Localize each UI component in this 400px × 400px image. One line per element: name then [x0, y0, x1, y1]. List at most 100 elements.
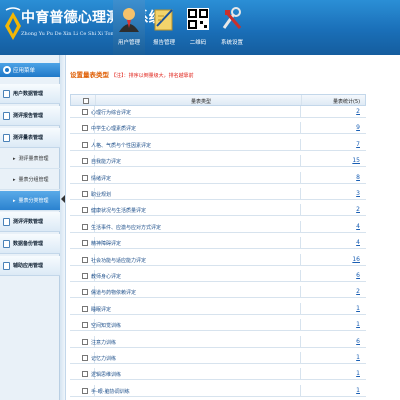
scale-count-link[interactable]: 1	[350, 305, 360, 312]
scale-count-link[interactable]: 8	[350, 174, 360, 181]
scale-count-link[interactable]: 1	[350, 370, 360, 377]
collapse-arrow-icon[interactable]	[61, 195, 65, 203]
top-nav: 用户管理 报告管理 二维码 系统设置	[113, 0, 249, 55]
page-note: 【注】：排序以倒量级大，排名越靠前	[111, 73, 194, 79]
scale-type-name: 空间知觉训练	[91, 323, 122, 330]
scale-type-name: 心理行为综合评定	[91, 110, 132, 116]
table-row: 教师身心评定 6	[70, 270, 366, 282]
select-all-checkbox[interactable]	[83, 98, 89, 104]
scale-count-link[interactable]: 2	[350, 288, 360, 295]
scale-type-name: 社会功能与适应能力评定	[91, 257, 147, 264]
row-checkbox[interactable]	[82, 387, 88, 394]
scale-type-name: 情绪评定	[91, 175, 112, 182]
table-row: 社会功能与适应能力评定 16	[70, 253, 366, 266]
table-row: 情绪评定 8	[70, 171, 366, 184]
sidebar-item-score[interactable]: 测评评数管理	[0, 212, 60, 232]
row-checkbox[interactable]	[82, 174, 88, 181]
row-checkbox[interactable]	[82, 109, 88, 115]
scale-count-link[interactable]: 15	[350, 157, 360, 164]
sidebar-item-user-data[interactable]: 用户数据管理	[0, 84, 60, 104]
nav-label: 用户管理	[117, 40, 140, 46]
user-manage-icon	[119, 8, 139, 32]
row-checkbox[interactable]	[82, 240, 88, 247]
sidebar-subitem-scale-group[interactable]: ▸ 量表分组管理	[0, 170, 60, 190]
table-header: 量表类型 量表统计(5)	[70, 94, 366, 106]
nav-system-settings[interactable]: 系统设置	[215, 0, 249, 55]
scale-count-link[interactable]: 7	[350, 141, 360, 148]
scale-count-link[interactable]: 1	[350, 387, 360, 394]
table-row: 手-眼-脑协调训练 1	[70, 384, 366, 397]
column-header-count: 量表统计(5)	[333, 99, 361, 105]
nav-qrcode[interactable]: 二维码	[181, 0, 215, 55]
row-checkbox[interactable]	[82, 289, 88, 296]
table-row: 自我能力评定 15	[70, 155, 366, 168]
scale-type-name: 职业规划	[91, 192, 112, 198]
scale-type-name: 精神障碍评定	[91, 241, 122, 248]
row-checkbox[interactable]	[82, 371, 88, 378]
nav-label: 系统设置	[220, 40, 243, 46]
document-icon	[3, 261, 10, 270]
scale-count-link[interactable]: 1	[350, 354, 360, 361]
sidebar-subitem-scale-category[interactable]: ▸ 量表分类管理	[0, 191, 60, 211]
scale-count-link[interactable]: 3	[350, 190, 360, 197]
scale-count-link[interactable]: 6	[350, 338, 360, 345]
row-checkbox[interactable]	[82, 322, 88, 329]
scale-count-link[interactable]: 2	[350, 206, 360, 213]
document-icon	[3, 217, 10, 226]
table-row: 健康状况与生活质量评定 2	[70, 204, 366, 217]
qrcode-icon	[187, 8, 209, 30]
scale-count-link[interactable]: 16	[350, 256, 360, 263]
top-header: 中育普德心理测试系统 Zhong Yu Pu De Xin Li Ce Shi …	[0, 0, 400, 55]
sidebar-item-aux[interactable]: 辅助应用管理	[0, 256, 60, 276]
scale-type-name: 手-眼-脑协调训练	[91, 388, 130, 395]
sidebar-item-backup[interactable]: 数据备份管理	[0, 234, 60, 254]
row-checkbox[interactable]	[82, 355, 88, 361]
row-checkbox[interactable]	[82, 273, 88, 279]
column-header-type: 量表类型	[191, 99, 212, 105]
sidebar: 应用菜单 用户数据管理 测评报告管理 测评量表管理 ▸ 测评量表管理 ▸ 量表分…	[0, 55, 60, 400]
table-row: 人格、气质与个性因素评定 7	[70, 138, 366, 151]
table-row: 心理行为综合评定 2	[70, 106, 366, 118]
sidebar-item-report[interactable]: 测评报告管理	[0, 106, 60, 126]
settings-tools-icon	[222, 7, 242, 29]
table-row: 睡眠评定 1	[70, 302, 366, 315]
triangle-right-icon: ▸	[13, 155, 16, 162]
sidebar-item-scale[interactable]: 测评量表管理	[0, 128, 60, 148]
table-row: 空间知觉训练 1	[70, 319, 366, 332]
document-icon	[3, 239, 10, 248]
page-title: 设置量表类型 【注】：排序以倒量级大，排名越靠前	[70, 71, 194, 79]
scale-count-link[interactable]: 2	[350, 108, 360, 115]
table-row: 生活事件、应激与应对方式评定 4	[70, 220, 366, 233]
scale-type-name: 自我能力评定	[91, 159, 122, 166]
nav-label: 报告管理	[152, 40, 175, 46]
app-subtitle: Zhong Yu Pu De Xin Li Ce Shi Xi Tong	[21, 31, 117, 37]
row-checkbox[interactable]	[82, 191, 88, 197]
scale-type-name: 注意力训练	[91, 339, 117, 346]
row-checkbox[interactable]	[82, 338, 88, 345]
nav-report-manage[interactable]: 报告管理	[147, 0, 181, 55]
row-checkbox[interactable]	[82, 158, 88, 165]
row-checkbox[interactable]	[82, 125, 88, 132]
nav-user-manage[interactable]: 用户管理	[113, 0, 145, 55]
triangle-right-icon: ▸	[13, 197, 16, 204]
sidebar-subitem-scale-manage[interactable]: ▸ 测评量表管理	[0, 149, 60, 169]
scale-count-link[interactable]: 6	[350, 272, 360, 279]
scale-count-link[interactable]: 9	[350, 124, 360, 131]
scale-type-name: 睡眠评定	[91, 306, 112, 313]
logo-icon	[5, 7, 21, 40]
scale-count-link[interactable]: 1	[350, 321, 360, 328]
sidebar-title: 应用菜单	[0, 63, 60, 77]
scale-type-name: 生活事件、应激与应对方式评定	[91, 224, 162, 231]
scale-count-link[interactable]: 4	[350, 223, 360, 230]
row-checkbox[interactable]	[82, 207, 88, 214]
table-row: 逻辑思维训练 1	[70, 368, 366, 381]
row-checkbox[interactable]	[82, 256, 88, 263]
table-row: 职业规划 3	[70, 188, 366, 200]
row-checkbox[interactable]	[82, 141, 88, 148]
row-checkbox[interactable]	[82, 305, 88, 312]
document-icon	[3, 111, 10, 120]
sidebar-splitter[interactable]	[60, 55, 66, 400]
row-checkbox[interactable]	[82, 223, 88, 230]
document-icon	[3, 89, 10, 98]
scale-count-link[interactable]: 4	[350, 239, 360, 246]
